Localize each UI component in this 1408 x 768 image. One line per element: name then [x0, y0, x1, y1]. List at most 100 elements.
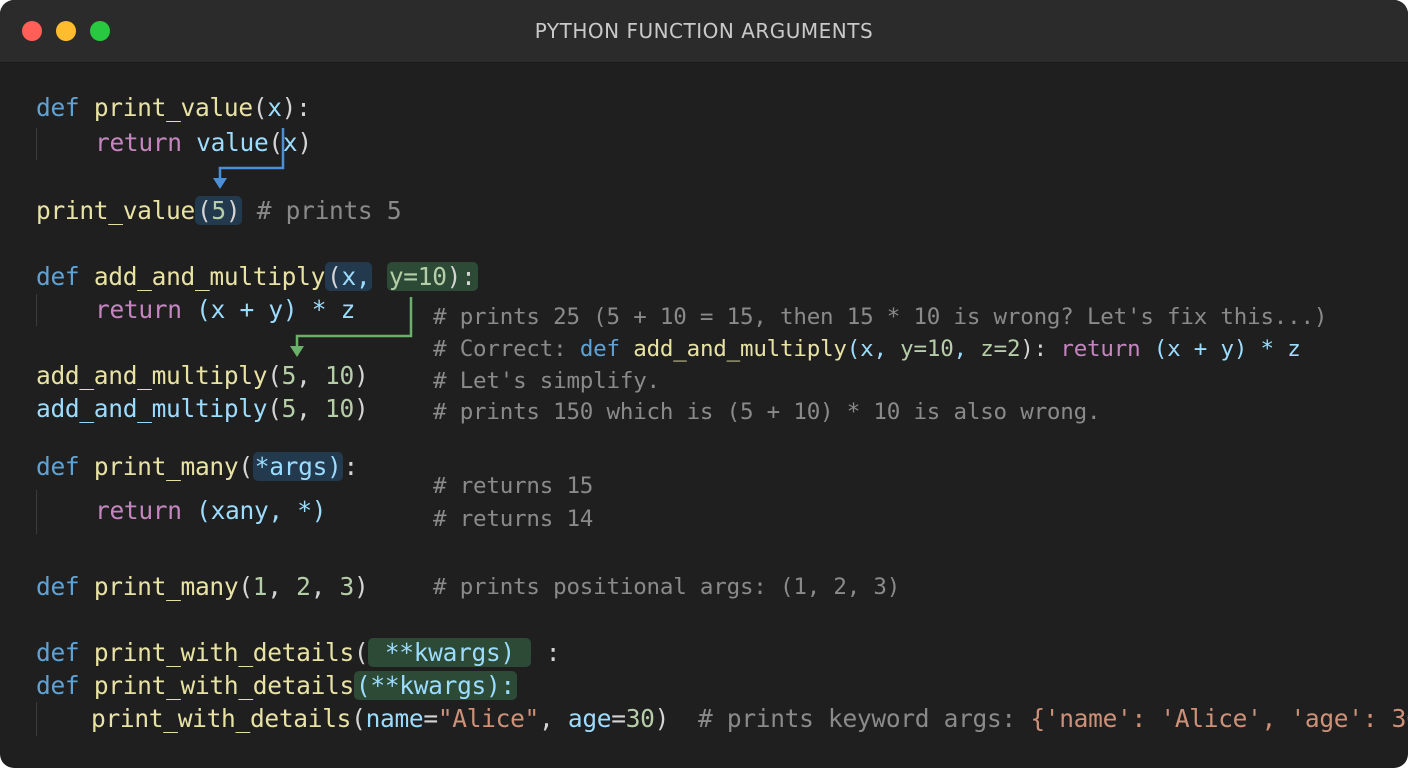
paren: ( — [353, 638, 369, 667]
separator: , — [296, 394, 326, 423]
dict-key: 'age' — [1290, 704, 1363, 733]
dict-colon: : — [1131, 704, 1161, 733]
comment-1: # prints 25 (5 + 10 = 15, then 15 * 10 i… — [433, 304, 1328, 330]
keyword-return: return — [1060, 336, 1141, 362]
number: 5 — [211, 196, 226, 225]
highlight-args: *args) — [252, 452, 344, 481]
keyword-def: def — [36, 93, 80, 122]
comment-prefix: # Correct: — [433, 336, 580, 362]
expression: (x + y) * z — [196, 295, 356, 324]
keyword-return: return — [95, 128, 182, 157]
comment-3: # Let's simplify. — [433, 368, 660, 394]
function-name: print_many — [93, 572, 239, 601]
green-arrow-head — [290, 346, 304, 357]
paren: ( — [327, 262, 342, 291]
param: x — [282, 128, 298, 157]
paren: ( — [267, 394, 282, 423]
code-line-1[interactable]: def print_value(x): — [36, 91, 311, 125]
editor-window: PYTHON FUNCTION ARGUMENTS def print_valu… — [0, 0, 1408, 768]
paren: ) — [353, 361, 369, 390]
function-call: add_and_multiply — [36, 394, 268, 423]
keyword-def: def — [579, 336, 620, 362]
paren: ) — [353, 394, 369, 423]
blue-arrow-head — [213, 178, 227, 189]
paren: ): — [281, 93, 311, 122]
highlight-default: y=10): — [386, 262, 478, 291]
function-call: print_with_details — [91, 704, 352, 733]
params: (x, — [846, 336, 901, 362]
number: 10 — [325, 394, 354, 423]
keyword-arg: age — [567, 704, 612, 733]
keyword-return: return — [95, 295, 182, 324]
keyword-arg: name — [365, 704, 424, 733]
dict-separator: , — [1261, 704, 1291, 733]
number: 3 — [339, 572, 355, 601]
keyword-def: def — [36, 671, 80, 700]
default-param: y=10 — [388, 262, 447, 291]
function-name: print_value — [93, 93, 253, 122]
separator: , — [310, 572, 340, 601]
paren: ) — [297, 128, 312, 157]
param: x — [267, 93, 282, 122]
separator: , — [296, 361, 326, 390]
expression: (x + y) * z — [1140, 336, 1301, 362]
paren: : — [343, 452, 358, 481]
number: 5 — [281, 394, 297, 423]
keyword-def: def — [36, 452, 80, 481]
expression: (xany, *) — [196, 496, 327, 525]
equals: = — [611, 704, 626, 733]
comment-2: # Correct: def add_and_multiply(x, y=10,… — [433, 333, 1301, 365]
paren: ( — [238, 572, 253, 601]
inline-comment: # prints 5 — [242, 196, 402, 225]
code-line-11[interactable]: def print_with_details( **kwargs) : — [36, 636, 561, 670]
code-line-9[interactable]: return (xany, *) — [95, 494, 327, 528]
code-line-13[interactable]: print_with_details(name="Alice", age=30)… — [91, 702, 1408, 736]
code-line-12[interactable]: def print_with_details(**kwargs): — [36, 669, 517, 703]
code-line-3[interactable]: print_value(5) # prints 5 — [36, 194, 402, 228]
code-area[interactable]: def print_value(x): return value(x) prin… — [0, 62, 1408, 768]
code-line-8[interactable]: def print_many(*args): — [36, 450, 358, 484]
number: 10 — [325, 361, 354, 390]
equals: = — [423, 704, 438, 733]
number: 5 — [281, 361, 297, 390]
paren: ) — [654, 704, 670, 733]
dict-value: 30 — [1391, 704, 1408, 733]
varargs-param: *args) — [254, 452, 342, 481]
param: x, — [341, 262, 371, 291]
paren: ) — [353, 572, 369, 601]
paren: ): — [1020, 336, 1061, 362]
code-line-10[interactable]: def print_many(1, 2, 3) — [36, 570, 369, 604]
call-name: value — [196, 128, 269, 157]
inline-comment: # prints keyword args: — [669, 704, 1031, 733]
function-call: add_and_multiply — [36, 361, 268, 390]
default-param: z=2 — [980, 336, 1021, 362]
default-param: y=10 — [900, 336, 954, 362]
comment-5: # returns 15 — [433, 473, 594, 499]
paren: ( — [196, 196, 212, 225]
paren: ( — [238, 452, 253, 481]
dict-brace: { — [1030, 704, 1045, 733]
paren: ): — [446, 262, 476, 291]
number: 1 — [252, 572, 268, 601]
function-call: print_value — [36, 196, 195, 225]
code-line-6[interactable]: add_and_multiply(5, 10) — [36, 359, 369, 393]
kwargs-param: **kwargs) — [370, 638, 530, 667]
string: "Alice" — [437, 704, 539, 733]
title-bar: PYTHON FUNCTION ARGUMENTS — [0, 0, 1408, 63]
code-line-2[interactable]: return value(x) — [95, 126, 312, 160]
highlight-arg: (5) — [194, 196, 243, 225]
code-line-4[interactable]: def add_and_multiply(x, y=10): — [36, 260, 478, 294]
paren: ( — [252, 93, 268, 122]
window-title: PYTHON FUNCTION ARGUMENTS — [534, 19, 874, 43]
function-name: print_many — [93, 452, 239, 481]
highlight-kwargs: (**kwargs): — [353, 671, 517, 700]
colon: : — [545, 638, 561, 667]
paren: ( — [351, 704, 366, 733]
code-line-7[interactable]: add_and_multiply(5, 10) — [36, 392, 369, 426]
kwargs-param: (**kwargs): — [355, 671, 515, 700]
keyword-def: def — [36, 262, 80, 291]
dict-value: 'Alice' — [1160, 704, 1262, 733]
keyword-def: def — [36, 572, 80, 601]
code-line-5[interactable]: return (x + y) * z — [95, 293, 355, 327]
keyword-return: return — [95, 496, 182, 525]
